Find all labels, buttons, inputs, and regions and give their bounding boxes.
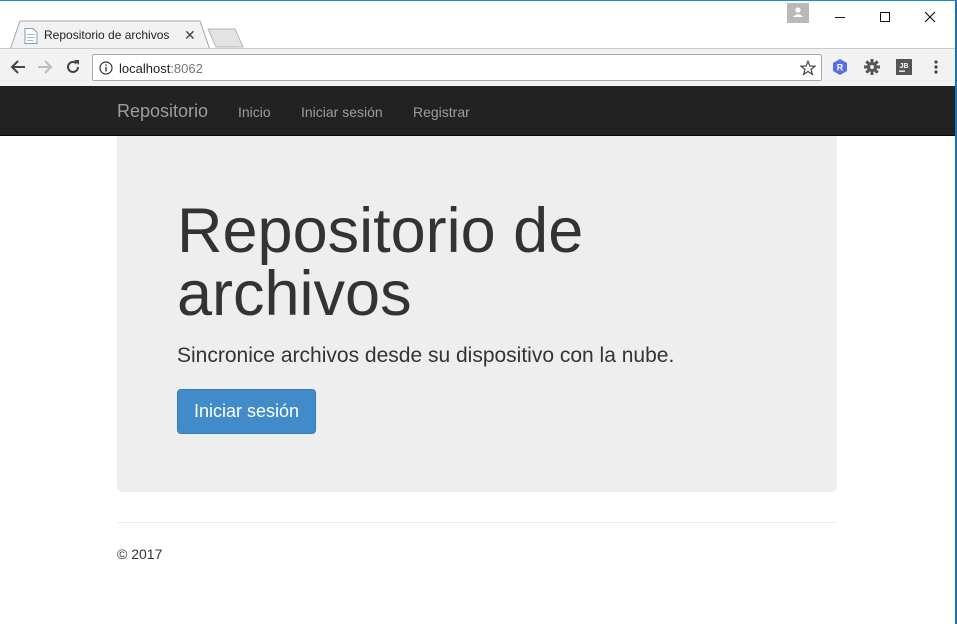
navbar-brand[interactable]: Repositorio <box>117 101 208 122</box>
browser-window: Repositorio de archivos ✕ localhost:8062… <box>0 0 957 624</box>
profile-button[interactable] <box>787 3 809 23</box>
svg-text:R: R <box>837 63 844 73</box>
svg-text:JB: JB <box>900 63 909 70</box>
info-icon <box>99 61 113 75</box>
page-title: Repositorio de archivos <box>177 196 584 329</box>
menu-button[interactable] <box>926 57 946 77</box>
url-text: localhost:8062 <box>119 61 203 76</box>
reload-icon <box>67 60 79 73</box>
minimize-icon <box>835 17 845 18</box>
forward-button[interactable] <box>35 57 55 77</box>
browser-toolbar: localhost:8062 R JB <box>0 48 955 86</box>
maximize-button[interactable] <box>862 2 908 32</box>
star-icon[interactable] <box>800 60 816 76</box>
minimize-button[interactable] <box>817 2 863 32</box>
document-icon <box>24 28 38 44</box>
tab-strip: Repositorio de archivos ✕ <box>0 2 955 50</box>
extension-jb-button[interactable]: JB <box>894 57 914 77</box>
extension-r-button[interactable]: R <box>830 57 850 77</box>
login-button[interactable]: Iniciar sesión <box>177 389 316 434</box>
lead-text: Sincronice archivos desde su dispositivo… <box>177 344 675 367</box>
url-port: :8062 <box>170 61 203 76</box>
person-icon <box>793 7 803 17</box>
url-host: localhost <box>119 61 171 76</box>
gear-icon <box>864 59 880 75</box>
reload-button[interactable] <box>63 57 83 77</box>
new-tab-button[interactable] <box>207 28 245 48</box>
jetbrains-icon: JB <box>896 59 912 75</box>
back-button[interactable] <box>8 57 28 77</box>
close-icon <box>924 11 936 23</box>
kebab-menu-icon <box>934 60 938 74</box>
browser-tab[interactable]: Repositorio de archivos ✕ <box>10 20 210 50</box>
back-arrow-icon <box>10 60 25 74</box>
jumbotron: Repositorio de archivos Sincronice archi… <box>117 136 837 492</box>
footer-copyright: © 2017 <box>117 546 163 562</box>
site-navbar: Repositorio Inicio Iniciar sesión Regist… <box>0 86 955 136</box>
address-bar[interactable]: localhost:8062 <box>92 54 822 81</box>
nav-link-inicio[interactable]: Inicio <box>238 104 271 120</box>
maximize-icon <box>880 12 890 22</box>
close-tab-icon[interactable]: ✕ <box>184 27 196 43</box>
hexagon-r-icon: R <box>833 59 847 75</box>
close-window-button[interactable] <box>907 2 953 32</box>
extension-gear-button[interactable] <box>862 57 882 77</box>
forward-arrow-icon <box>38 60 53 74</box>
nav-link-iniciar-sesion[interactable]: Iniciar sesión <box>301 104 383 120</box>
tab-title: Repositorio de archivos <box>44 28 170 42</box>
nav-link-registrar[interactable]: Registrar <box>413 104 470 120</box>
footer-divider <box>117 522 837 523</box>
